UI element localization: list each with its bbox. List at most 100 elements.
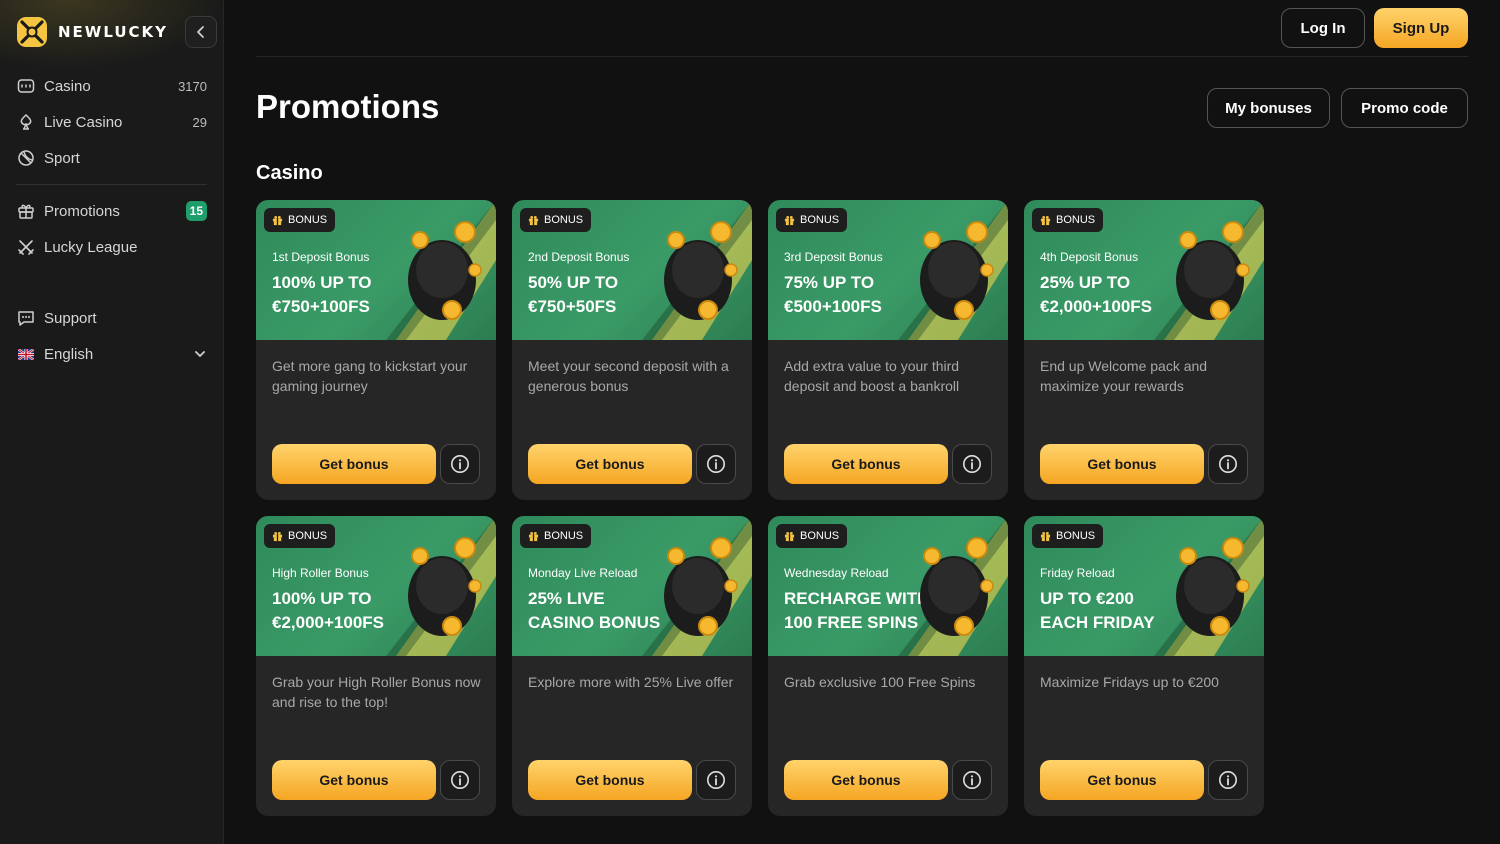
secondary-nav: Support English bbox=[16, 300, 207, 372]
sidebar-divider bbox=[16, 184, 207, 185]
bonus-tag-label: BONUS bbox=[288, 530, 328, 542]
promo-code-button[interactable]: Promo code bbox=[1341, 88, 1468, 128]
promo-card: BONUS High Roller Bonus 100% UP TO €2,00… bbox=[256, 516, 496, 816]
get-bonus-button[interactable]: Get bonus bbox=[784, 444, 948, 484]
live-casino-icon bbox=[16, 112, 36, 132]
get-bonus-button[interactable]: Get bonus bbox=[272, 760, 436, 800]
promo-card: BONUS 2nd Deposit Bonus 50% UP TO €750+5… bbox=[512, 200, 752, 500]
sidebar-item-lucky-league[interactable]: Lucky League bbox=[16, 229, 207, 265]
promo-card-banner: BONUS Monday Live Reload 25% LIVE CASINO… bbox=[512, 516, 752, 656]
info-button[interactable] bbox=[440, 444, 480, 484]
sidebar-item-label: Lucky League bbox=[44, 238, 138, 256]
uk-flag-icon bbox=[16, 344, 36, 364]
bonus-tag: BONUS bbox=[776, 208, 848, 232]
info-button[interactable] bbox=[1208, 444, 1248, 484]
bonus-tag-label: BONUS bbox=[544, 214, 584, 226]
promo-card: BONUS Friday Reload UP TO €200 EACH FRID… bbox=[1024, 516, 1264, 816]
get-bonus-button[interactable]: Get bonus bbox=[1040, 444, 1204, 484]
crossed-swords-icon bbox=[16, 237, 36, 257]
promo-card: BONUS Monday Live Reload 25% LIVE CASINO… bbox=[512, 516, 752, 816]
bonus-tag: BONUS bbox=[520, 524, 592, 548]
poker-chip-clubs-icon bbox=[408, 537, 482, 636]
promo-subtitle: 3rd Deposit Bonus bbox=[784, 250, 883, 264]
info-button[interactable] bbox=[1208, 760, 1248, 800]
promo-description: Add extra value to your third deposit an… bbox=[784, 358, 960, 394]
promo-subtitle: Monday Live Reload bbox=[528, 566, 638, 580]
info-button[interactable] bbox=[696, 760, 736, 800]
sidebar: NEWLUCKY Casino 3170 Live Casino 29 Spor… bbox=[0, 0, 224, 844]
chevron-down-icon bbox=[195, 351, 205, 357]
sidebar-item-label: Live Casino bbox=[44, 113, 123, 131]
info-button[interactable] bbox=[952, 760, 992, 800]
promotions-grid: BONUS 1st Deposit Bonus 100% UP TO €750+… bbox=[256, 200, 1264, 816]
gift-box-coins-icon bbox=[1176, 537, 1250, 636]
sidebar-item-live-casino[interactable]: Live Casino 29 bbox=[16, 104, 207, 140]
sidebar-item-label: Sport bbox=[44, 149, 80, 167]
promo-card: BONUS 3rd Deposit Bonus 75% UP TO €500+1… bbox=[768, 200, 1008, 500]
bonus-tag-label: BONUS bbox=[800, 530, 840, 542]
promo-description: Grab exclusive 100 Free Spins bbox=[784, 674, 976, 690]
wallet-coins-icon bbox=[408, 221, 482, 320]
login-button[interactable]: Log In bbox=[1281, 8, 1365, 48]
info-icon bbox=[451, 455, 469, 473]
sidebar-item-label: Casino bbox=[44, 77, 91, 95]
promo-description: Get more gang to kickstart your gaming j… bbox=[272, 358, 468, 394]
info-button[interactable] bbox=[952, 444, 992, 484]
promo-card-banner: BONUS High Roller Bonus 100% UP TO €2,00… bbox=[256, 516, 496, 656]
get-bonus-button[interactable]: Get bonus bbox=[528, 444, 692, 484]
safe-coins-icon bbox=[920, 221, 994, 320]
promo-card-banner: BONUS 2nd Deposit Bonus 50% UP TO €750+5… bbox=[512, 200, 752, 340]
signup-button[interactable]: Sign Up bbox=[1374, 8, 1468, 48]
main-nav: Casino 3170 Live Casino 29 Sport Promoti… bbox=[16, 68, 207, 265]
info-icon bbox=[451, 771, 469, 789]
logo[interactable]: NEWLUCKY bbox=[16, 16, 168, 48]
promo-subtitle: 4th Deposit Bonus bbox=[1040, 250, 1139, 264]
promo-card-banner: BONUS 1st Deposit Bonus 100% UP TO €750+… bbox=[256, 200, 496, 340]
pot-of-gold-icon bbox=[664, 221, 738, 320]
get-bonus-button[interactable]: Get bonus bbox=[272, 444, 436, 484]
promo-subtitle: High Roller Bonus bbox=[272, 566, 369, 580]
get-bonus-button[interactable]: Get bonus bbox=[1040, 760, 1204, 800]
sidebar-item-sport[interactable]: Sport bbox=[16, 140, 207, 176]
promo-description: Grab your High Roller Bonus now and rise… bbox=[272, 674, 481, 710]
gift-icon bbox=[1040, 215, 1051, 225]
promo-description: Explore more with 25% Live offer bbox=[528, 674, 734, 690]
sport-icon bbox=[16, 148, 36, 168]
slot-machine-icon bbox=[920, 537, 994, 636]
promo-description: Maximize Fridays up to €200 bbox=[1040, 674, 1219, 690]
sidebar-item-label: Promotions bbox=[44, 202, 120, 220]
promo-description: Meet your second deposit with a generous… bbox=[528, 358, 729, 394]
sidebar-item-promotions[interactable]: Promotions 15 bbox=[16, 193, 207, 229]
info-icon bbox=[963, 455, 981, 473]
live-casino-count: 29 bbox=[192, 114, 207, 130]
promo-card: BONUS 4th Deposit Bonus 25% UP TO €2,000… bbox=[1024, 200, 1264, 500]
gift-icon bbox=[784, 215, 795, 225]
logo-icon bbox=[17, 17, 47, 47]
playing-cards-heart-icon bbox=[664, 537, 738, 636]
my-bonuses-button[interactable]: My bonuses bbox=[1207, 88, 1330, 128]
promo-card-banner: BONUS 4th Deposit Bonus 25% UP TO €2,000… bbox=[1024, 200, 1264, 340]
sidebar-item-casino[interactable]: Casino 3170 bbox=[16, 68, 207, 104]
sidebar-item-support[interactable]: Support bbox=[16, 300, 207, 336]
bonus-tag-label: BONUS bbox=[1056, 530, 1096, 542]
info-button[interactable] bbox=[696, 444, 736, 484]
get-bonus-button[interactable]: Get bonus bbox=[528, 760, 692, 800]
info-icon bbox=[1219, 455, 1237, 473]
gift-icon bbox=[272, 215, 283, 225]
language-selector[interactable]: English bbox=[16, 336, 207, 372]
casino-count: 3170 bbox=[178, 78, 207, 94]
promo-subtitle: Wednesday Reload bbox=[784, 566, 889, 580]
collapse-sidebar-button[interactable] bbox=[185, 16, 217, 48]
sidebar-item-label: Support bbox=[44, 309, 97, 327]
promo-subtitle: 1st Deposit Bonus bbox=[272, 250, 370, 264]
bonus-tag: BONUS bbox=[520, 208, 592, 232]
bonus-tag: BONUS bbox=[264, 208, 336, 232]
info-button[interactable] bbox=[440, 760, 480, 800]
gift-icon bbox=[272, 531, 283, 541]
gift-icon bbox=[528, 531, 539, 541]
get-bonus-button[interactable]: Get bonus bbox=[784, 760, 948, 800]
chevron-left-icon bbox=[197, 26, 204, 38]
page-title: Promotions bbox=[256, 88, 440, 125]
bonus-tag-label: BONUS bbox=[544, 530, 584, 542]
promotions-count-badge: 15 bbox=[185, 201, 207, 221]
